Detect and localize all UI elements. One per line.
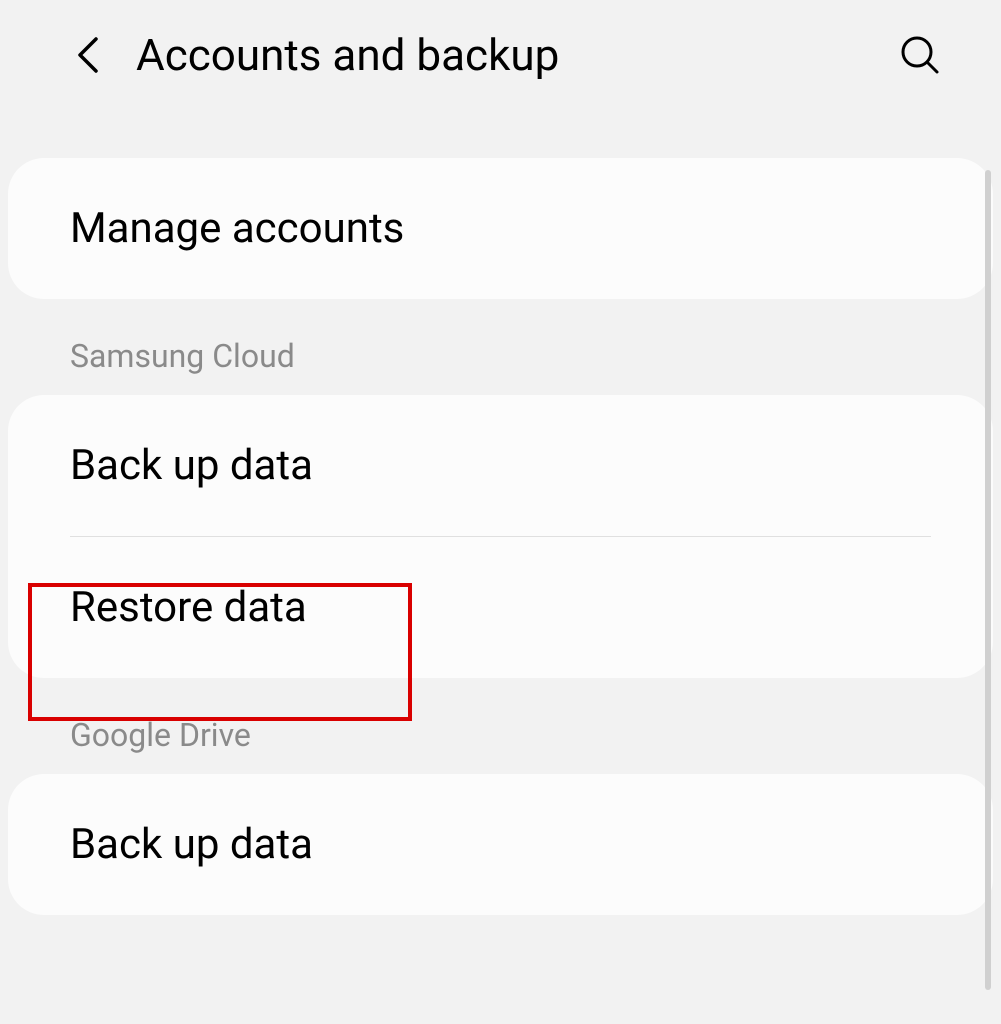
page-title: Accounts and backup [136, 29, 899, 81]
google-backup-item[interactable]: Back up data [8, 774, 993, 915]
google-drive-section-header: Google Drive [8, 678, 993, 774]
search-button[interactable] [899, 34, 941, 76]
manage-accounts-card: Manage accounts [8, 158, 993, 299]
samsung-backup-item[interactable]: Back up data [8, 395, 993, 536]
samsung-restore-item[interactable]: Restore data [8, 537, 993, 678]
search-icon [899, 34, 941, 76]
scroll-indicator [985, 170, 991, 990]
chevron-left-icon [76, 35, 100, 75]
samsung-cloud-section-header: Samsung Cloud [8, 299, 993, 395]
samsung-cloud-card: Back up data Restore data [8, 395, 993, 678]
google-drive-card: Back up data [8, 774, 993, 915]
back-button[interactable] [70, 37, 106, 73]
manage-accounts-item[interactable]: Manage accounts [8, 158, 993, 299]
app-header: Accounts and backup [0, 0, 1001, 120]
content-area: Manage accounts Samsung Cloud Back up da… [0, 158, 1001, 915]
